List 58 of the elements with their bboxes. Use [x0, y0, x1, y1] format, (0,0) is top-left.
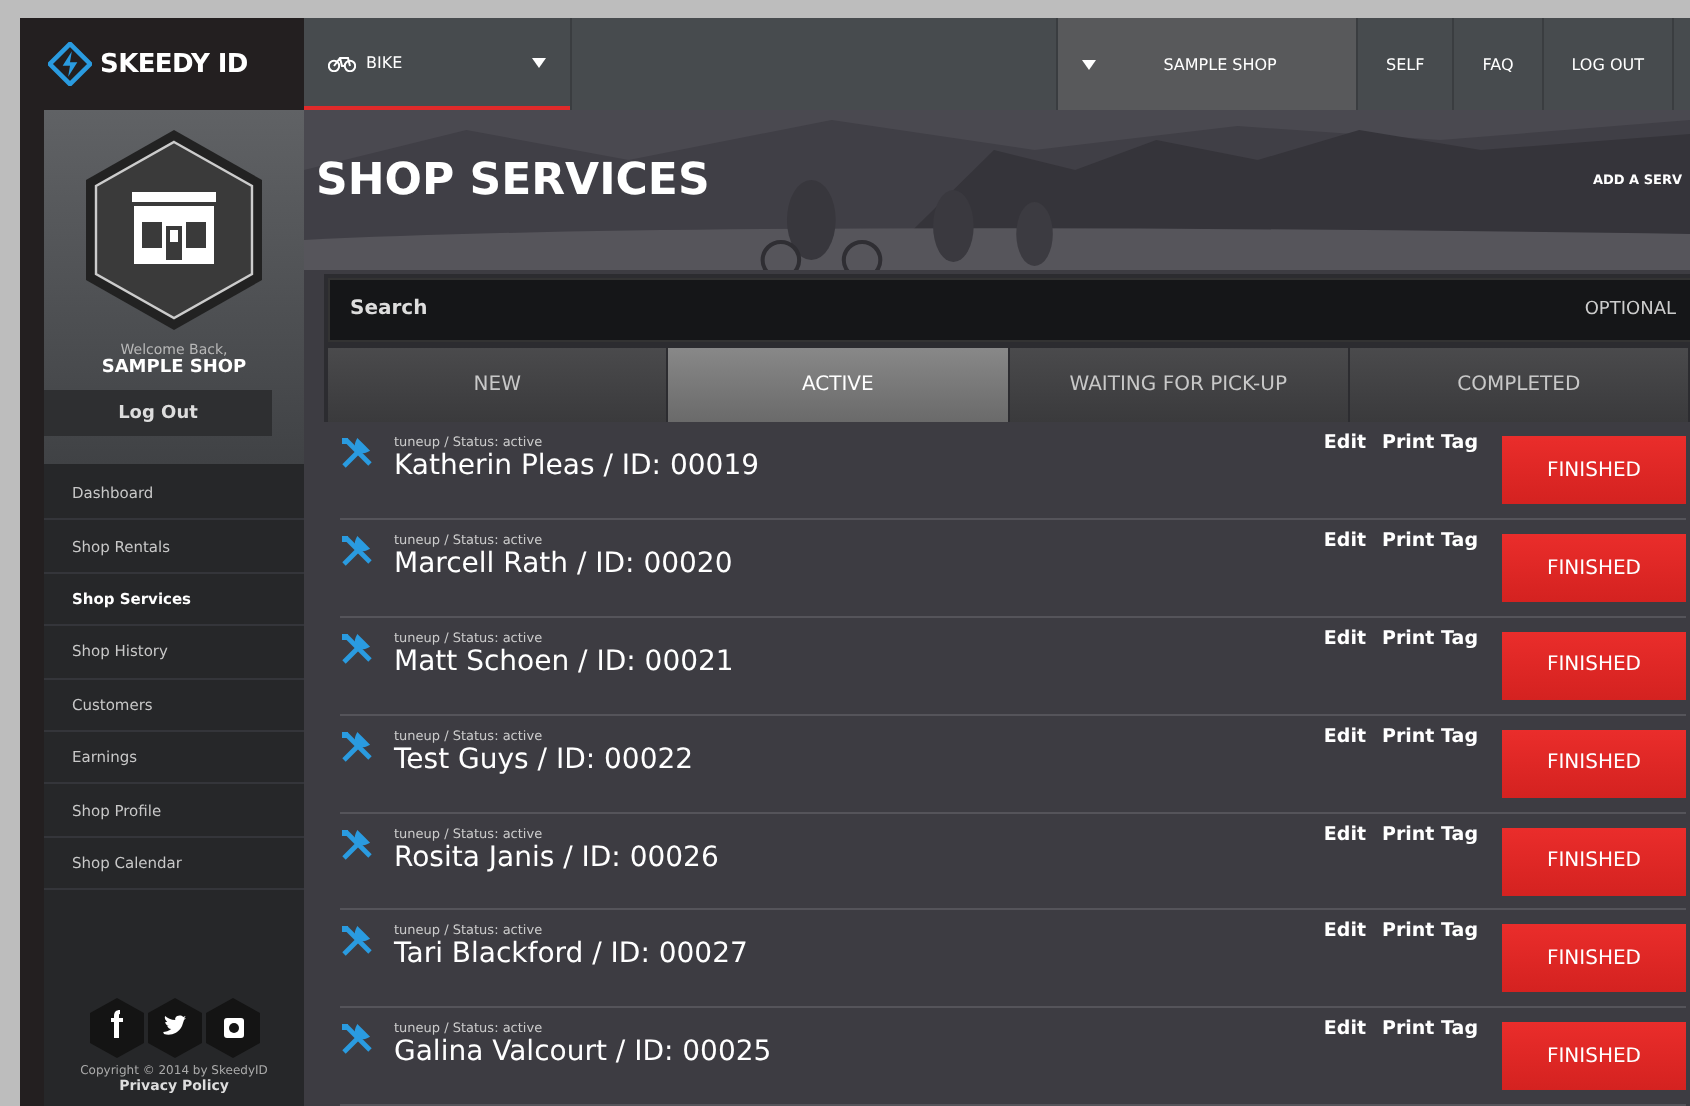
tools-icon [340, 1022, 374, 1057]
finished-button[interactable]: FINISHED [1502, 534, 1686, 603]
logo-icon [48, 42, 92, 86]
status-tab[interactable]: COMPLETED [1349, 347, 1690, 423]
customer-name: Matt Schoen / ID: 00021 [394, 646, 736, 679]
shop-dropdown[interactable]: SAMPLE SHOP [1058, 18, 1357, 110]
status-tab[interactable]: NEW [328, 347, 669, 423]
print-tag-link[interactable]: Print Tag [1374, 432, 1486, 455]
tools-icon [340, 632, 374, 667]
edit-link[interactable]: Edit [1315, 530, 1375, 553]
print-tag-link[interactable]: Print Tag [1374, 920, 1486, 943]
print-tag-link[interactable]: Print Tag [1374, 628, 1486, 651]
brand-name: SKEEDY ID [100, 49, 248, 79]
edit-link[interactable]: Edit [1315, 823, 1375, 846]
edit-link[interactable]: Edit [1315, 628, 1375, 651]
status-tab[interactable]: ACTIVE [668, 347, 1009, 423]
edit-link[interactable]: Edit [1315, 1018, 1375, 1041]
shop-name: SAMPLE SHOP [101, 358, 247, 378]
menu-bar-background [1672, 18, 1690, 110]
page-title: SHOP SERVICES [316, 155, 712, 205]
bike-icon [328, 53, 356, 71]
caret-icon [1082, 59, 1097, 69]
customer-name: Test Guys / ID: 00022 [394, 743, 696, 776]
customer-name: Galina Valcourt / ID: 00025 [394, 1036, 774, 1069]
logout-button[interactable]: Log Out [44, 390, 272, 436]
edit-link[interactable]: Edit [1315, 725, 1375, 748]
tools-icon [340, 827, 374, 862]
store-icon [80, 126, 268, 334]
print-tag-link[interactable]: Print Tag [1374, 1018, 1486, 1041]
tools-icon [340, 534, 374, 569]
finished-button[interactable]: FINISHED [1502, 1022, 1686, 1091]
finished-button[interactable]: FINISHED [1502, 924, 1686, 993]
nav-link[interactable]: SELF [1356, 18, 1453, 110]
customer-name: Marcell Rath / ID: 00020 [394, 548, 735, 581]
customer-name: Tari Blackford / ID: 00027 [394, 938, 750, 971]
finished-button[interactable]: FINISHED [1502, 827, 1686, 895]
camera-icon[interactable] [205, 998, 259, 1058]
customer-name: Katherin Pleas / ID: 00019 [394, 450, 762, 483]
search-field[interactable]: Search OPTIONAL [328, 278, 1690, 342]
caret-icon [532, 57, 546, 67]
edit-link[interactable]: Edit [1315, 920, 1375, 943]
tools-icon [340, 924, 374, 959]
nav-link[interactable]: LOG OUT [1541, 18, 1672, 110]
nav-link[interactable]: FAQ [1452, 18, 1542, 110]
category-dropdown[interactable]: BIKE [304, 18, 570, 110]
facebook-icon[interactable] [89, 998, 143, 1058]
print-tag-link[interactable]: Print Tag [1374, 530, 1486, 553]
status-tab[interactable]: WAITING FOR PICK-UP [1009, 347, 1350, 423]
tools-icon [340, 729, 374, 764]
finished-button[interactable]: FINISHED [1502, 631, 1686, 700]
finished-button[interactable]: FINISHED [1502, 729, 1686, 798]
customer-name: Rosita Janis / ID: 00026 [394, 841, 721, 874]
edit-link[interactable]: Edit [1315, 432, 1375, 455]
finished-button[interactable]: FINISHED [1502, 436, 1686, 505]
tools-icon [340, 436, 374, 471]
twitter-icon[interactable] [147, 998, 201, 1058]
print-tag-link[interactable]: Print Tag [1374, 823, 1486, 846]
print-tag-link[interactable]: Print Tag [1374, 725, 1486, 748]
